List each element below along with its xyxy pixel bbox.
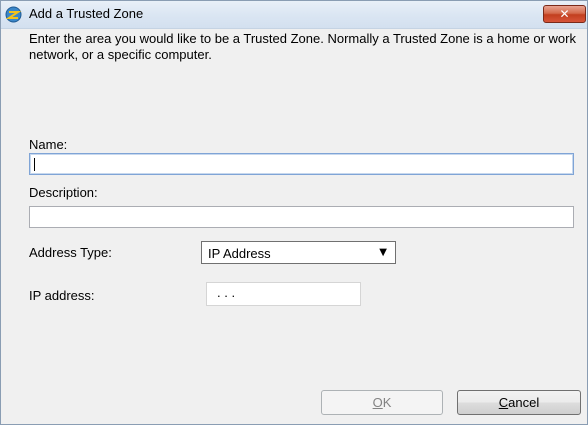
address-type-select[interactable]: IP Address ▼ bbox=[201, 241, 396, 264]
text-caret bbox=[34, 158, 35, 171]
dialog-window: Add a Trusted Zone ✕ Enter the area you … bbox=[0, 0, 588, 425]
name-label: Name: bbox=[29, 137, 68, 152]
address-type-label: Address Type: bbox=[29, 245, 112, 260]
ok-button[interactable]: OK bbox=[321, 390, 443, 415]
close-button[interactable]: ✕ bbox=[543, 5, 586, 23]
description-input[interactable] bbox=[29, 206, 574, 228]
ip-address-input[interactable]: . . . bbox=[206, 282, 361, 306]
instructions-text: Enter the area you would like to be a Tr… bbox=[29, 31, 576, 62]
dropdown-arrow-icon: ▼ bbox=[379, 247, 387, 258]
zonealarm-icon bbox=[5, 6, 22, 23]
description-label: Description: bbox=[29, 185, 98, 200]
cancel-button[interactable]: Cancel bbox=[457, 390, 581, 415]
name-input[interactable] bbox=[29, 153, 574, 175]
ip-address-label: IP address: bbox=[29, 288, 95, 303]
address-type-value: IP Address bbox=[208, 246, 271, 261]
ip-address-value: . . . bbox=[217, 285, 236, 300]
title-bar[interactable]: Add a Trusted Zone ✕ bbox=[1, 1, 587, 29]
close-icon: ✕ bbox=[559, 7, 570, 21]
window-title: Add a Trusted Zone bbox=[29, 6, 144, 21]
